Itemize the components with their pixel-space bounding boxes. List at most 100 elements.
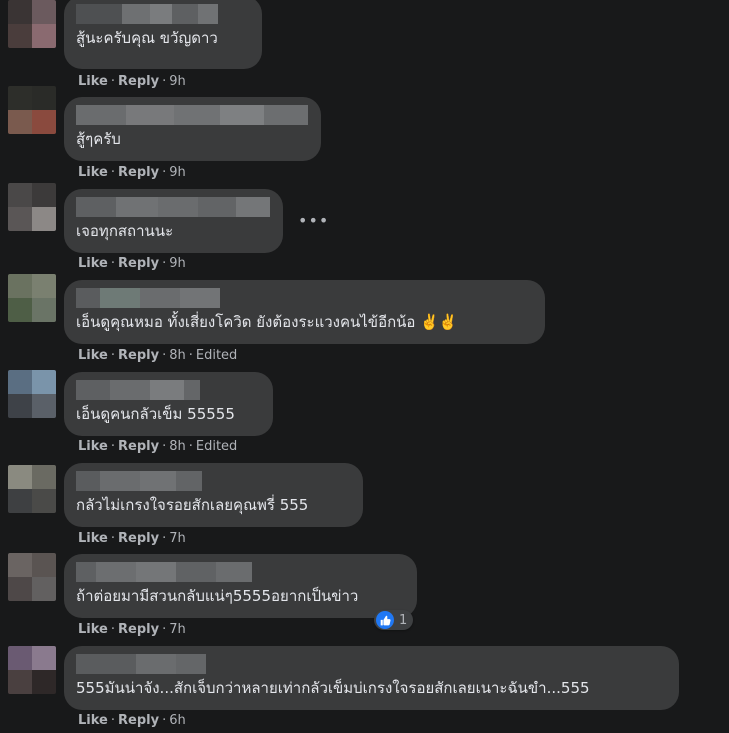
like-button[interactable]: Like [78,531,108,546]
avatar-tile [32,553,56,577]
reaction-count: 1 [399,612,408,628]
avatar-tile [32,207,56,231]
like-button[interactable]: Like [78,74,108,89]
more-options-icon[interactable]: ••• [298,213,329,229]
like-button[interactable]: Like [78,622,108,637]
edited-label[interactable]: Edited [196,439,237,454]
avatar-tile [8,86,32,110]
separator: · [110,348,115,363]
reaction-summary[interactable]: 1 [374,610,414,630]
reply-button[interactable]: Reply [118,165,159,180]
avatar-tile [8,370,32,394]
comment-actions: Like · Reply · 9h [78,74,186,90]
avatar-tile [8,207,32,231]
edited-label[interactable]: Edited [196,348,237,363]
comment-text: 555มันน่าจัง...สักเจ็บกว่าหลายเท่ากลัวเข… [76,679,590,697]
separator: · [162,74,167,89]
separator: · [110,531,115,546]
avatar-tile [32,370,56,394]
avatar-tile [8,183,32,207]
timestamp[interactable]: 7h [169,622,186,637]
author-name-redacted[interactable] [76,105,309,125]
comment-text: สู้นะครับคุณ ขวัญดาว [76,29,218,47]
comment-actions: Like · Reply · 6h [78,713,186,729]
avatar-tile [32,86,56,110]
like-button[interactable]: Like [78,165,108,180]
timestamp[interactable]: 8h [169,439,186,454]
avatar-tile [8,274,32,298]
comment-bubble: 555มันน่าจัง...สักเจ็บกว่าหลายเท่ากลัวเข… [64,646,679,710]
separator: · [188,439,193,454]
comment-actions: Like · Reply · 7h [78,622,186,638]
author-name-redacted[interactable] [76,471,351,491]
timestamp[interactable]: 9h [169,165,186,180]
avatar-tile [8,646,32,670]
author-name-redacted[interactable] [76,562,405,582]
separator: · [110,713,115,728]
avatar-tile [8,0,32,24]
timestamp[interactable]: 8h [169,348,186,363]
separator: · [188,348,193,363]
separator: · [162,165,167,180]
avatar-tile [32,465,56,489]
avatar[interactable] [8,465,56,513]
avatar-tile [32,670,56,694]
comment-text: กลัวไม่เกรงใจรอยสักเลยคุณพรี่ 555 [76,496,309,514]
avatar[interactable] [8,274,56,322]
separator: · [162,256,167,271]
author-name-redacted[interactable] [76,380,261,400]
reply-button[interactable]: Reply [118,348,159,363]
reply-button[interactable]: Reply [118,622,159,637]
separator: · [110,622,115,637]
separator: · [110,165,115,180]
reply-button[interactable]: Reply [118,74,159,89]
avatar-tile [8,24,32,48]
separator: · [162,439,167,454]
reply-button[interactable]: Reply [118,439,159,454]
avatar-tile [8,394,32,418]
avatar-tile [8,577,32,601]
comment-actions: Like · Reply · 8h · Edited [78,439,237,455]
like-button[interactable]: Like [78,713,108,728]
timestamp[interactable]: 9h [169,74,186,89]
author-name-redacted[interactable] [76,654,667,674]
avatar-tile [32,274,56,298]
comment-text: เจอทุกสถานนะ [76,222,174,240]
author-name-redacted[interactable] [76,288,533,308]
like-button[interactable]: Like [78,256,108,271]
avatar-tile [32,0,56,24]
author-name-redacted[interactable] [76,197,271,217]
avatar-tile [32,298,56,322]
avatar[interactable] [8,553,56,601]
reply-button[interactable]: Reply [118,531,159,546]
avatar-tile [32,489,56,513]
comment-text: สู้ๆครับ [76,130,121,148]
reply-button[interactable]: Reply [118,713,159,728]
separator: · [110,439,115,454]
comment-text: เอ็นดูคุณหมอ ทั้งเสี่ยงโควิด ยังต้องระแว… [76,313,458,331]
reply-button[interactable]: Reply [118,256,159,271]
thumbs-up-icon [376,611,394,629]
comment-text: เอ็นดูคนกลัวเข็ม 55555 [76,405,235,423]
comment-bubble: เอ็นดูคนกลัวเข็ม 55555 [64,372,273,436]
avatar-tile [8,465,32,489]
comment-bubble: กลัวไม่เกรงใจรอยสักเลยคุณพรี่ 555 [64,463,363,527]
comment-actions: Like · Reply · 9h [78,165,186,181]
timestamp[interactable]: 9h [169,256,186,271]
avatar[interactable] [8,183,56,231]
timestamp[interactable]: 7h [169,531,186,546]
avatar[interactable] [8,86,56,134]
separator: · [162,531,167,546]
avatar-tile [8,670,32,694]
separator: · [162,348,167,363]
avatar[interactable] [8,370,56,418]
like-button[interactable]: Like [78,348,108,363]
author-name-redacted[interactable] [76,4,250,24]
avatar[interactable] [8,646,56,694]
comment-bubble: สู้ๆครับ [64,97,321,161]
timestamp[interactable]: 6h [169,713,186,728]
avatar-tile [32,110,56,134]
like-button[interactable]: Like [78,439,108,454]
comment-actions: Like · Reply · 9h [78,256,186,272]
avatar[interactable] [8,0,56,48]
